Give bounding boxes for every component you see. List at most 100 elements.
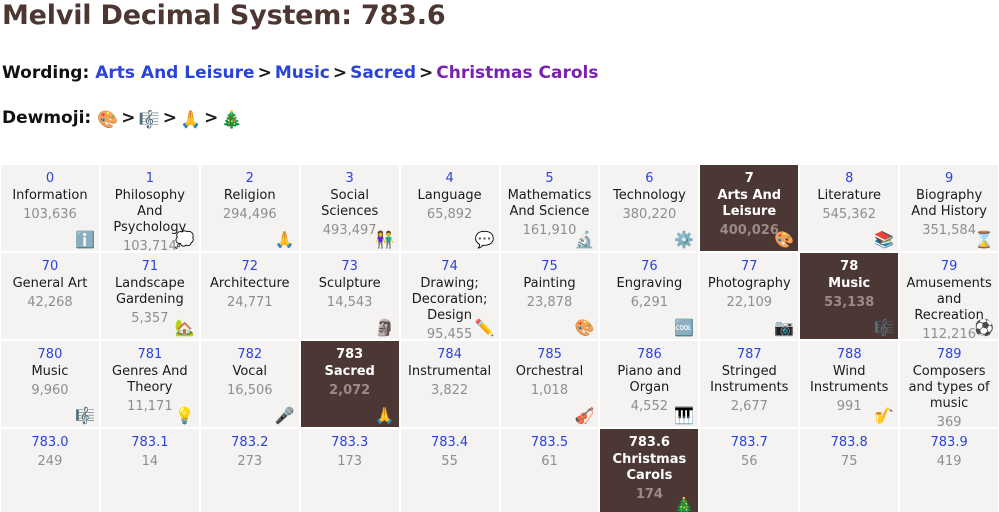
cell-number-link[interactable]: 77 xyxy=(704,259,794,275)
breadcrumb-link-sacred[interactable]: Sacred xyxy=(350,63,416,83)
cell-number-link[interactable]: 71 xyxy=(105,259,195,275)
wording-label: Wording: xyxy=(2,63,90,83)
cell-number-link[interactable]: 786 xyxy=(604,347,694,363)
cell-number-link[interactable]: 784 xyxy=(405,347,495,363)
cell-number-link[interactable]: 75 xyxy=(505,259,595,275)
cell-count: 16,506 xyxy=(227,383,273,398)
cell-number-link[interactable]: 9 xyxy=(904,171,994,187)
grid-cell[interactable]: 0 Information 103,636 ℹ️ xyxy=(1,165,99,251)
grid-cell[interactable]: 71 Landscape Gardening 5,357 🏡 xyxy=(100,253,199,339)
grid-cell[interactable]: 72 Architecture 24,771 xyxy=(200,253,299,339)
grid-cell-current[interactable]: 7 Arts And Leisure 400,026 🎨 xyxy=(700,165,799,251)
grid-cell[interactable]: 3 Social Sciences 493,497 👫 xyxy=(300,165,399,251)
cell-number-link[interactable]: 5 xyxy=(505,171,595,187)
cell-number-link[interactable]: 783.7 xyxy=(704,435,794,451)
cell-number-link[interactable]: 72 xyxy=(205,259,295,275)
cell-number-link[interactable]: 788 xyxy=(804,347,894,363)
grid-cell[interactable]: 788 Wind Instruments 991 🎷 xyxy=(800,341,899,427)
cell-label: Music xyxy=(828,276,871,291)
cell-number-link[interactable]: 7 xyxy=(704,171,794,187)
grid-cell[interactable]: 73 Sculpture 14,543 🗿 xyxy=(300,253,399,339)
grid-cell[interactable]: 783.3 173 xyxy=(300,429,399,512)
grid-cell[interactable]: 4 Language 65,892 💬 xyxy=(400,165,499,251)
grid-cell[interactable]: 783.9 419 xyxy=(900,429,999,512)
cell-number-link[interactable]: 783.5 xyxy=(505,435,595,451)
cell-label: Philosophy And Psychology xyxy=(113,188,187,235)
grid-cell[interactable]: 1 Philosophy And Psychology 103,714 💭 xyxy=(100,165,199,251)
musical-score-emoji[interactable]: 🎼 xyxy=(139,110,160,130)
breadcrumb-link-music[interactable]: Music xyxy=(275,63,330,83)
breadcrumb-link-arts-and-leisure[interactable]: Arts And Leisure xyxy=(95,63,254,83)
house-with-garden-emoji: 🏡 xyxy=(174,318,195,337)
grid-cell[interactable]: 783.8 75 xyxy=(800,429,899,512)
cell-number-link[interactable]: 780 xyxy=(5,347,95,363)
cell-label: Sacred xyxy=(324,364,375,379)
grid-cell[interactable]: 77 Photography 22,109 📷 xyxy=(700,253,799,339)
grid-cell[interactable]: 789 Composers and types of music 369 xyxy=(900,341,999,427)
grid-cell[interactable]: 782 Vocal 16,506 🎤 xyxy=(200,341,299,427)
grid-cell[interactable]: 785 Orchestral 1,018 🎻 xyxy=(500,341,599,427)
cell-number-link[interactable]: 787 xyxy=(704,347,794,363)
grid-cell-current[interactable]: 78 Music 53,138 🎼 xyxy=(800,253,899,339)
cell-number-link[interactable]: 74 xyxy=(405,259,495,275)
grid-cell[interactable]: 780 Music 9,960 🎼 xyxy=(1,341,99,427)
cell-count: 173 xyxy=(337,454,363,469)
cell-number-link[interactable]: 782 xyxy=(205,347,295,363)
grid-cell[interactable]: 8 Literature 545,362 📚 xyxy=(800,165,899,251)
grid-cell[interactable]: 783.1 14 xyxy=(100,429,199,512)
cell-number-link[interactable]: 783.9 xyxy=(904,435,994,451)
grid-cell[interactable]: 5 Mathematics And Science 161,910 🔬 xyxy=(500,165,599,251)
grid-cell-current[interactable]: 783 Sacred 2,072 🙏 xyxy=(300,341,399,427)
grid-cell[interactable]: 781 Genres And Theory 11,171 💡 xyxy=(100,341,199,427)
cell-number-link[interactable]: 0 xyxy=(5,171,95,187)
cell-number-link[interactable]: 79 xyxy=(904,259,994,275)
cell-number-link[interactable]: 3 xyxy=(305,171,395,187)
artist-palette-emoji[interactable]: 🎨 xyxy=(97,110,118,130)
cell-number-link[interactable]: 78 xyxy=(804,259,894,275)
grid-cell[interactable]: 783.7 56 xyxy=(700,429,799,512)
cell-number-link[interactable]: 783.4 xyxy=(405,435,495,451)
cell-number-link[interactable]: 783.0 xyxy=(5,435,95,451)
cell-label: Christmas Carols xyxy=(612,452,687,483)
cell-number-link[interactable]: 789 xyxy=(904,347,994,363)
books-emoji: 📚 xyxy=(874,230,895,249)
grid-cell[interactable]: 6 Technology 380,220 ⚙️ xyxy=(600,165,699,251)
grid-cell[interactable]: 783.2 273 xyxy=(200,429,299,512)
grid-cell[interactable]: 783.4 55 xyxy=(400,429,499,512)
grid-cell[interactable]: 79 Amusements and Recreation 112,216 ⚽ xyxy=(900,253,999,339)
cell-number-link[interactable]: 4 xyxy=(405,171,495,187)
cell-number-link[interactable]: 783.8 xyxy=(804,435,894,451)
cell-number-link[interactable]: 8 xyxy=(804,171,894,187)
cell-number-link[interactable]: 70 xyxy=(5,259,95,275)
grid-cell[interactable]: 74 Drawing; Decoration; Design 95,455 ✏️ xyxy=(400,253,499,339)
christmas-tree-emoji[interactable]: 🎄 xyxy=(221,110,242,130)
grid-cell[interactable]: 783.0 249 xyxy=(1,429,99,512)
cell-number-link[interactable]: 73 xyxy=(305,259,395,275)
cell-number-link[interactable]: 783.1 xyxy=(105,435,195,451)
page-title: Melvil Decimal System: 783.6 xyxy=(2,0,446,31)
grid-cell[interactable]: 784 Instrumental 3,822 xyxy=(400,341,499,427)
grid-cell[interactable]: 9 Biography And History 351,584 ⌛ xyxy=(900,165,999,251)
grid-cell[interactable]: 783.5 61 xyxy=(500,429,599,512)
cell-number-link[interactable]: 2 xyxy=(205,171,295,187)
cell-number-link[interactable]: 1 xyxy=(105,171,195,187)
grid-cell[interactable]: 787 Stringed Instruments 2,677 xyxy=(700,341,799,427)
grid-cell[interactable]: 786 Piano and Organ 4,552 🎹 xyxy=(600,341,699,427)
grid-cell[interactable]: 76 Engraving 6,291 🆒 xyxy=(600,253,699,339)
grid-cell[interactable]: 75 Painting 23,878 🎨 xyxy=(500,253,599,339)
breadcrumb-link-christmas-carols[interactable]: Christmas Carols xyxy=(436,63,598,83)
cell-label: Vocal xyxy=(232,364,268,379)
cell-number-link[interactable]: 76 xyxy=(604,259,694,275)
cell-number-link[interactable]: 783.3 xyxy=(305,435,395,451)
cell-number-link[interactable]: 783.6 xyxy=(604,435,694,451)
cell-number-link[interactable]: 785 xyxy=(505,347,595,363)
cell-label: Language xyxy=(417,188,482,203)
grid-cell-current[interactable]: 783.6 Christmas Carols 174 🎄 xyxy=(600,429,699,512)
cell-number-link[interactable]: 781 xyxy=(105,347,195,363)
cell-number-link[interactable]: 6 xyxy=(604,171,694,187)
cell-number-link[interactable]: 783 xyxy=(305,347,395,363)
cell-number-link[interactable]: 783.2 xyxy=(205,435,295,451)
grid-cell[interactable]: 70 General Art 42,268 xyxy=(1,253,99,339)
grid-cell[interactable]: 2 Religion 294,496 🙏 xyxy=(200,165,299,251)
folded-hands-emoji[interactable]: 🙏 xyxy=(180,110,201,130)
